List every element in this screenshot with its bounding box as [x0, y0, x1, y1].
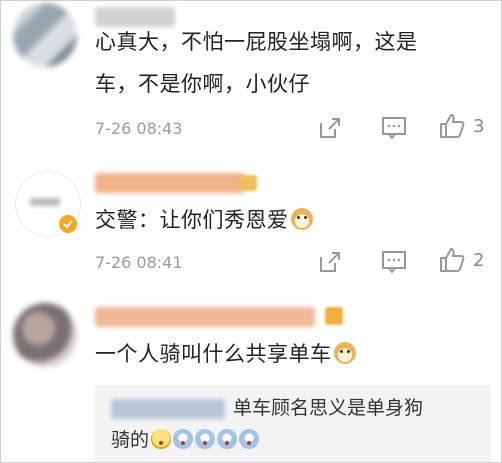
- username-blurred[interactable]: [95, 7, 175, 27]
- verified-badge-icon: [57, 213, 79, 235]
- comment-timestamp: 7-26 08:41: [95, 253, 183, 272]
- comment-text: 交警：让你们秀恩爱: [95, 203, 313, 237]
- avatar[interactable]: [13, 303, 77, 367]
- scared-emoji: [239, 429, 260, 449]
- like-count: 2: [473, 250, 485, 271]
- reply-text-line1: 单车顾名思义是单身狗: [233, 397, 424, 419]
- comment-text: 一个人骑叫什么共享单车: [95, 337, 356, 371]
- scared-emoji: [173, 429, 194, 449]
- like-count: 3: [473, 116, 485, 137]
- doge-emoji: [333, 342, 356, 364]
- username-blurred[interactable]: [95, 173, 245, 193]
- doge-emoji: [290, 208, 313, 230]
- member-badge-icon: [325, 307, 343, 325]
- comment-text: 心真大，不怕一屁股坐塌啊，这是 车，不是你啊，小伙仔: [95, 30, 418, 96]
- member-badge-icon: [239, 175, 257, 191]
- reply-box[interactable]: 单车顾名思义是单身狗 骑的: [95, 385, 491, 462]
- avatar[interactable]: [13, 3, 77, 67]
- share-icon[interactable]: [317, 115, 343, 141]
- laugh-cry-emoji: [151, 429, 172, 449]
- share-icon[interactable]: [317, 249, 343, 275]
- comment-icon[interactable]: [381, 249, 407, 275]
- comment-timestamp: 7-26 08:43: [95, 119, 183, 138]
- reply-text-line2: 骑的: [111, 423, 260, 457]
- thumbs-up-icon[interactable]: [439, 247, 465, 273]
- username-blurred[interactable]: [95, 307, 315, 327]
- reply-username-blurred[interactable]: [111, 399, 225, 419]
- scared-emoji: [217, 429, 238, 449]
- thumbs-up-icon[interactable]: [439, 113, 465, 139]
- comment-list: 心真大，不怕一屁股坐塌啊，这是 车，不是你啊，小伙仔 7-26 08:43 3 …: [0, 0, 502, 463]
- scared-emoji: [195, 429, 216, 449]
- comment-icon[interactable]: [381, 115, 407, 141]
